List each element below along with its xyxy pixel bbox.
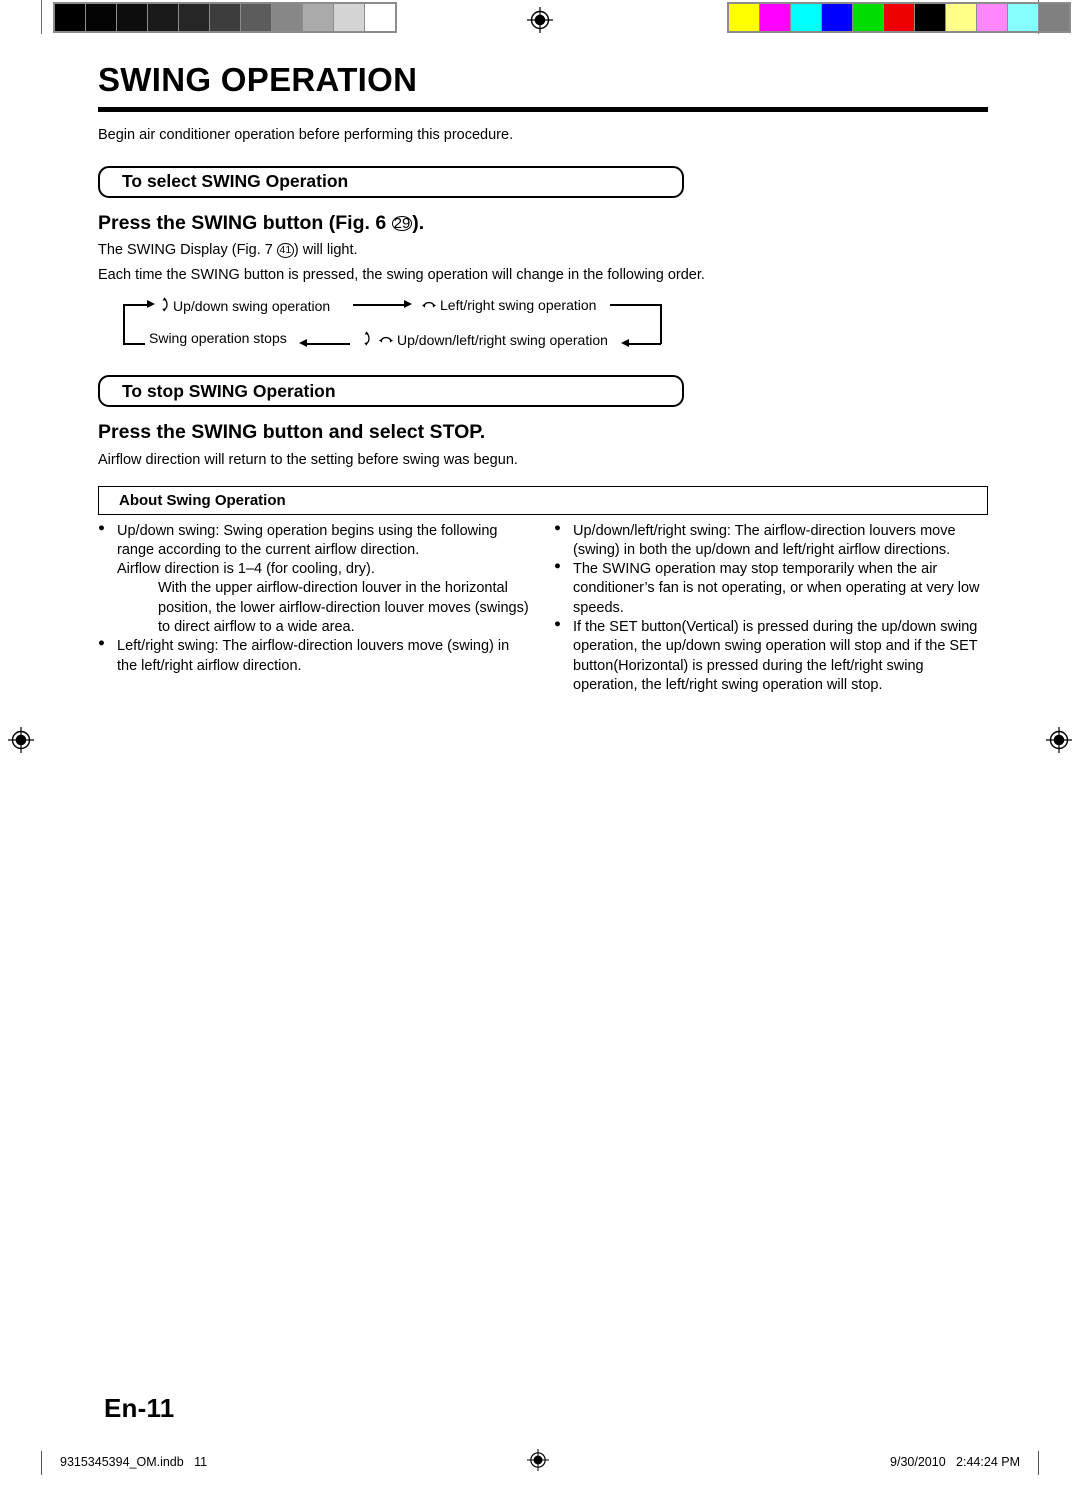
swing-order-flow-diagram: Up/down swing operation Left/right swing… — [123, 297, 663, 355]
bullet-sub-text: With the upper airflow-direction louver … — [158, 580, 529, 636]
bullet-text: Up/down/left/right swing: The airflow-di… — [573, 522, 956, 558]
list-item: Up/down swing: Swing operation begins us… — [98, 521, 532, 638]
leftright-swing-icon-combined — [378, 332, 394, 348]
flow-arrow-into-step1 — [147, 299, 155, 308]
updown-swing-icon — [159, 297, 170, 315]
page-title: SWING OPERATION — [98, 61, 418, 98]
flow-line-left-top — [123, 304, 148, 306]
page-number: En-11 — [104, 1393, 175, 1423]
flow-step-3-label: Up/down/left/right swing operation — [397, 332, 608, 349]
step-heading-stop-swing: Press the SWING button and select STOP. — [98, 421, 486, 444]
flow-step-3: Up/down/left/right swing operation — [358, 331, 608, 349]
bullet-text: Up/down swing: Swing operation begins us… — [117, 522, 498, 558]
flow-line-step1-to-step2 — [353, 304, 406, 306]
flow-line-right-bottom — [628, 343, 661, 345]
about-swing-columns: Up/down swing: Swing operation begins us… — [98, 521, 988, 696]
manual-page: SWING OPERATION Begin air conditioner op… — [0, 0, 1080, 1491]
print-footer: 9315345394_OM.indb 11 9/30/2010 2:44:24 … — [0, 1451, 1080, 1481]
flow-step-2: Left/right swing operation — [418, 297, 596, 313]
list-item: Left/right swing: The airflow-direction … — [98, 636, 532, 676]
about-swing-operation-box: About Swing Operation — [98, 485, 988, 515]
footer-timestamp: 9/30/2010 2:44:24 PM — [890, 1455, 1020, 1469]
flow-arrow-into-step3 — [621, 338, 629, 347]
footer-trim-rule-right — [1038, 1451, 1039, 1475]
about-right-bullet-list: Up/down/left/right swing: The airflow-di… — [554, 521, 988, 696]
flow-arrow-into-step4 — [299, 338, 307, 347]
flow-step-2-label: Left/right swing operation — [440, 297, 597, 314]
bullet-text-extra: Airflow direction is 1–4 (for cooling, d… — [117, 561, 375, 578]
flow-line-step3-to-step4 — [306, 343, 350, 345]
section-header-stop-swing-label: To stop SWING Operation — [122, 380, 336, 401]
about-right-column: Up/down/left/right swing: The airflow-di… — [554, 521, 988, 696]
about-swing-operation-label: About Swing Operation — [119, 491, 286, 509]
leftright-swing-icon — [421, 297, 437, 313]
footer-trim-rule-left — [41, 1451, 42, 1475]
step-heading-press-swing: Press the SWING button (Fig. 6 29). — [98, 212, 988, 235]
flow-step-4-label: Swing operation stops — [149, 330, 287, 347]
page-content: SWING OPERATION Begin air conditioner op… — [98, 61, 988, 696]
stop-swing-body: Airflow direction will return to the set… — [98, 451, 518, 468]
list-item: If the SET button(Vertical) is pressed d… — [554, 617, 988, 695]
section-header-stop-swing: To stop SWING Operation — [98, 375, 684, 408]
flow-line-right-top — [610, 304, 662, 306]
section-header-select-swing-label: To select SWING Operation — [122, 171, 349, 192]
step-heading-press-swing-suffix: ). — [412, 211, 425, 234]
flow-step-4: Swing operation stops — [149, 331, 287, 345]
updown-swing-icon-combined — [361, 331, 372, 349]
bullet-text: The SWING operation may stop temporarily… — [573, 561, 980, 616]
title-divider — [98, 107, 988, 113]
swing-order-line: Each time the SWING button is pressed, t… — [98, 267, 705, 284]
bullet-text: Left/right swing: The airflow-direction … — [117, 638, 510, 674]
bullet-text: If the SET button(Vertical) is pressed d… — [573, 619, 978, 693]
footer-file-label: 9315345394_OM.indb 11 — [60, 1455, 208, 1469]
step-heading-press-swing-text: Press the SWING button (Fig. 6 — [98, 211, 392, 234]
flow-line-left-vertical — [123, 304, 125, 345]
flow-line-right-vertical — [660, 304, 662, 345]
flow-step-1: Up/down swing operation — [156, 297, 330, 315]
swing-display-line-prefix: The SWING Display (Fig. 7 — [98, 242, 277, 259]
flow-arrow-into-step2 — [404, 299, 412, 308]
section-header-select-swing: To select SWING Operation — [98, 165, 684, 198]
flow-line-left-bottom — [123, 343, 145, 345]
swing-display-line: The SWING Display (Fig. 7 41) will light… — [98, 240, 988, 260]
about-left-column: Up/down swing: Swing operation begins us… — [98, 521, 532, 696]
list-item: Up/down/left/right swing: The airflow-di… — [554, 521, 988, 561]
swing-display-line-suffix: ) will light. — [293, 242, 358, 259]
intro-paragraph: Begin air conditioner operation before p… — [98, 127, 514, 144]
list-item: The SWING operation may stop temporarily… — [554, 559, 988, 618]
about-left-bullet-list: Up/down swing: Swing operation begins us… — [98, 521, 532, 676]
flow-step-1-label: Up/down swing operation — [173, 298, 331, 315]
figure-ref-29: 29 — [391, 214, 413, 232]
figure-ref-41: 41 — [276, 243, 294, 259]
